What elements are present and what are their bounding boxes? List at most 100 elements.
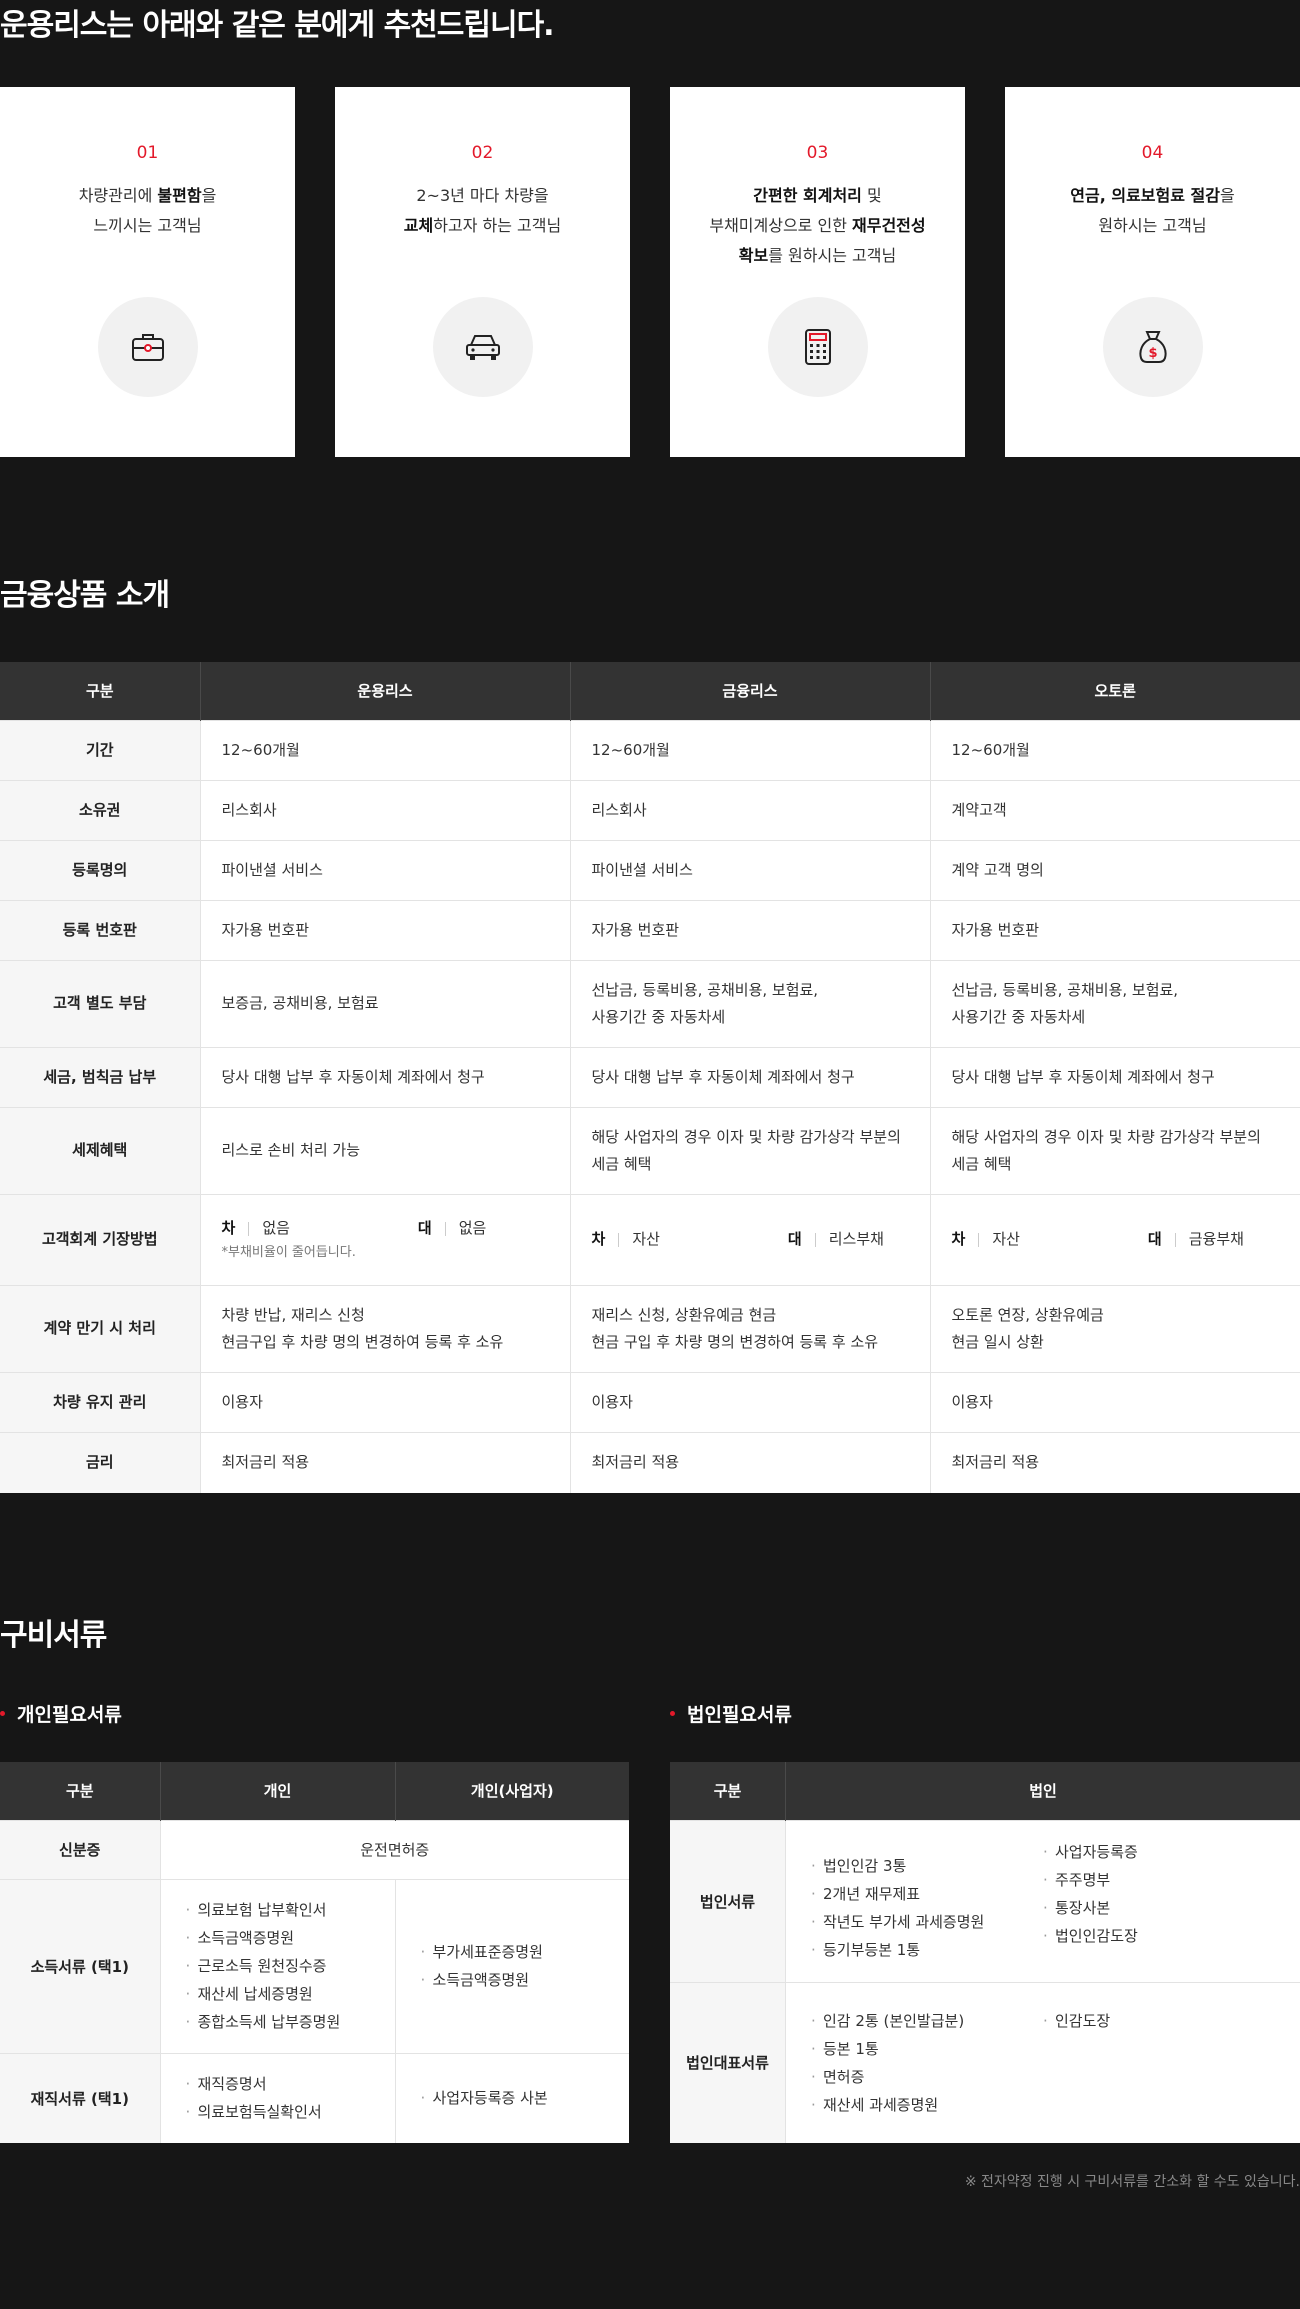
corporate-docs-table: 구분 법인 법인서류 법인인감 3통 2개년 재무제표 작년도 부가세 과세증명…: [670, 1762, 1300, 2143]
header-personal: 개인: [160, 1762, 396, 1820]
table-row: 계약 만기 시 처리 차량 반납, 재리스 신청 현금구입 후 차량 명의 변경하…: [0, 1284, 1300, 1372]
table-cell: 리스회사: [200, 779, 571, 840]
table-cell: 사업자등록증 사본: [395, 2052, 629, 2143]
table-cell: 최저금리 적용: [930, 1431, 1300, 1493]
card-number: 01: [136, 143, 159, 163]
recommend-card-1: 01 차량관리에 불편함을 느끼시는 고객님: [0, 87, 295, 457]
header-category: 구분: [0, 662, 201, 720]
row-label: 등록명의: [0, 839, 201, 900]
row-label: 소유권: [0, 779, 201, 840]
table-row: 차량 유지 관리 이용자 이용자 이용자: [0, 1371, 1300, 1432]
product-table: 구분 운용리스 금융리스 오토론 기간 12~60개월 12~60개월 12~6…: [0, 662, 1300, 1493]
row-label: 소득서류 (택1): [0, 1878, 161, 2053]
recommend-card-3: 03 간편한 회계처리 및 부채미계상으로 인한 재무건전성 확보를 원하시는 …: [670, 87, 965, 457]
corporate-docs-title: 법인필요서류: [670, 1700, 792, 1727]
header-category: 구분: [670, 1762, 786, 1820]
table-row: 고객회계 기장방법 차 없음 대 없음 *부채비율이 줄어듭니다. 차 자산 대 리스부…: [0, 1193, 1300, 1285]
table-cell: 자가용 번호판: [930, 899, 1300, 960]
table-header-row: 구분 개인 개인(사업자): [0, 1762, 629, 1820]
row-label: 고객회계 기장방법: [0, 1193, 201, 1285]
table-row: 신분증 운전면허증: [0, 1819, 629, 1879]
row-label: 신분증: [0, 1819, 161, 1879]
table-cell: 이용자: [570, 1371, 931, 1432]
card-number: 02: [471, 143, 494, 163]
row-label: 재직서류 (택1): [0, 2052, 161, 2143]
bullet-dot-icon: [670, 1711, 675, 1716]
row-label: 법인서류: [670, 1819, 786, 1982]
recommend-cards: 01 차량관리에 불편함을 느끼시는 고객님 02 2~3년 마다 차량을 교체…: [0, 87, 1300, 457]
table-row: 금리 최저금리 적용 최저금리 적용 최저금리 적용: [0, 1431, 1300, 1493]
docs-title: 구비서류: [0, 1618, 107, 1653]
table-cell: 12~60개월: [930, 719, 1300, 780]
row-label: 금리: [0, 1431, 201, 1493]
table-row: 세제혜택 리스로 손비 처리 가능 해당 사업자의 경우 이자 및 차량 감가상…: [0, 1106, 1300, 1194]
table-cell: 차 자산 대 금융부채: [930, 1193, 1300, 1285]
row-label: 법인대표서류: [670, 1981, 786, 2143]
table-cell: 당사 대행 납부 후 자동이체 계좌에서 청구: [200, 1046, 571, 1107]
card-description: 2~3년 마다 차량을 교체하고자 하는 고객님: [403, 186, 562, 235]
table-cell: 리스로 손비 처리 가능: [200, 1106, 571, 1194]
table-cell: 계약고객: [930, 779, 1300, 840]
row-label: 고객 별도 부담: [0, 959, 201, 1047]
table-cell: 선납금, 등록비용, 공채비용, 보험료, 사용기간 중 자동차세: [570, 959, 931, 1047]
table-row: 소유권 리스회사 리스회사 계약고객: [0, 779, 1300, 840]
header-finance-lease: 금융리스: [570, 662, 931, 720]
table-cell: 법인인감 3통 2개년 재무제표 작년도 부가세 과세증명원 등기부등본 1통 …: [785, 1819, 1300, 1982]
bullet-dot-icon: [0, 1711, 5, 1716]
header-personal-business: 개인(사업자): [395, 1762, 629, 1820]
table-cell: 오토론 연장, 상환유예금 현금 일시 상환: [930, 1284, 1300, 1372]
recommend-card-2: 02 2~3년 마다 차량을 교체하고자 하는 고객님: [335, 87, 630, 457]
table-cell: 이용자: [930, 1371, 1300, 1432]
table-row: 등록명의 파이낸셜 서비스 파이낸셜 서비스 계약 고객 명의: [0, 839, 1300, 900]
table-cell: 최저금리 적용: [570, 1431, 931, 1493]
table-row: 법인대표서류 인감 2통 (본인발급분) 등본 1통 면허증 재산세 과세증명원…: [670, 1981, 1300, 2143]
card-description: 차량관리에 불편함을 느끼시는 고객님: [78, 186, 217, 235]
table-cell: 자가용 번호판: [570, 899, 931, 960]
table-cell: 재직증명서 의료보험득실확인서: [160, 2052, 396, 2143]
table-cell: 보증금, 공채비용, 보험료: [200, 959, 571, 1047]
card-description: 연금, 의료보험료 절감을 원하시는 고객님: [1070, 186, 1235, 235]
briefcase-icon: [98, 297, 198, 397]
header-corporate: 법인: [785, 1762, 1300, 1820]
table-cell: 리스회사: [570, 779, 931, 840]
row-label: 계약 만기 시 처리: [0, 1284, 201, 1372]
table-cell: 해당 사업자의 경우 이자 및 차량 감가상각 부분의 세금 혜택: [930, 1106, 1300, 1194]
row-label: 세금, 범칙금 납부: [0, 1046, 201, 1107]
card-description: 간편한 회계처리 및 부채미계상으로 인한 재무건전성 확보를 원하시는 고객님: [709, 186, 926, 265]
row-label: 등록 번호판: [0, 899, 201, 960]
docs-footnote: ※ 전자약정 진행 시 구비서류를 간소화 할 수도 있습니다.: [964, 2174, 1300, 2190]
card-number: 04: [1141, 143, 1164, 163]
header-category: 구분: [0, 1762, 161, 1820]
table-cell: 자가용 번호판: [200, 899, 571, 960]
header-auto-loan: 오토론: [930, 662, 1300, 720]
calculator-icon: [768, 297, 868, 397]
recommend-title: 운용리스는 아래와 같은 분에게 추천드립니다.: [0, 8, 555, 43]
table-row: 세금, 범칙금 납부 당사 대행 납부 후 자동이체 계좌에서 청구 당사 대행…: [0, 1046, 1300, 1107]
table-header-row: 구분 법인: [670, 1762, 1300, 1820]
account-note: *부채비율이 줄어듭니다.: [221, 1245, 356, 1260]
table-cell: 인감 2통 (본인발급분) 등본 1통 면허증 재산세 과세증명원 인감도장: [785, 1981, 1300, 2143]
table-row: 법인서류 법인인감 3통 2개년 재무제표 작년도 부가세 과세증명원 등기부등…: [670, 1819, 1300, 1982]
row-label: 차량 유지 관리: [0, 1371, 201, 1432]
table-cell: 의료보험 납부확인서 소득금액증명원 근로소득 원천징수증 재산세 납세증명원 …: [160, 1878, 396, 2053]
car-icon: [433, 297, 533, 397]
card-number: 03: [806, 143, 829, 163]
table-header-row: 구분 운용리스 금융리스 오토론: [0, 662, 1300, 720]
table-row: 고객 별도 부담 보증금, 공채비용, 보험료 선납금, 등록비용, 공채비용,…: [0, 959, 1300, 1047]
row-label: 세제혜택: [0, 1106, 201, 1194]
personal-docs-title: 개인필요서류: [0, 1700, 122, 1727]
header-operating-lease: 운용리스: [200, 662, 571, 720]
table-cell: 운전면허증: [160, 1819, 629, 1879]
table-cell: 계약 고객 명의: [930, 839, 1300, 900]
svg-text:$: $: [1148, 346, 1157, 361]
table-cell: 12~60개월: [200, 719, 571, 780]
table-cell: 해당 사업자의 경우 이자 및 차량 감가상각 부분의 세금 혜택: [570, 1106, 931, 1194]
table-row: 기간 12~60개월 12~60개월 12~60개월: [0, 719, 1300, 780]
table-cell: 파이낸셜 서비스: [200, 839, 571, 900]
recommend-card-4: 04 연금, 의료보험료 절감을 원하시는 고객님 $: [1005, 87, 1300, 457]
table-cell: 차량 반납, 재리스 신청 현금구입 후 차량 명의 변경하여 등록 후 소유: [200, 1284, 571, 1372]
table-row: 등록 번호판 자가용 번호판 자가용 번호판 자가용 번호판: [0, 899, 1300, 960]
personal-docs-table: 구분 개인 개인(사업자) 신분증 운전면허증 소득서류 (택1) 의료보험 납…: [0, 1762, 629, 2143]
table-cell: 차 없음 대 없음 *부채비율이 줄어듭니다.: [200, 1193, 571, 1285]
table-cell: 당사 대행 납부 후 자동이체 계좌에서 청구: [930, 1046, 1300, 1107]
